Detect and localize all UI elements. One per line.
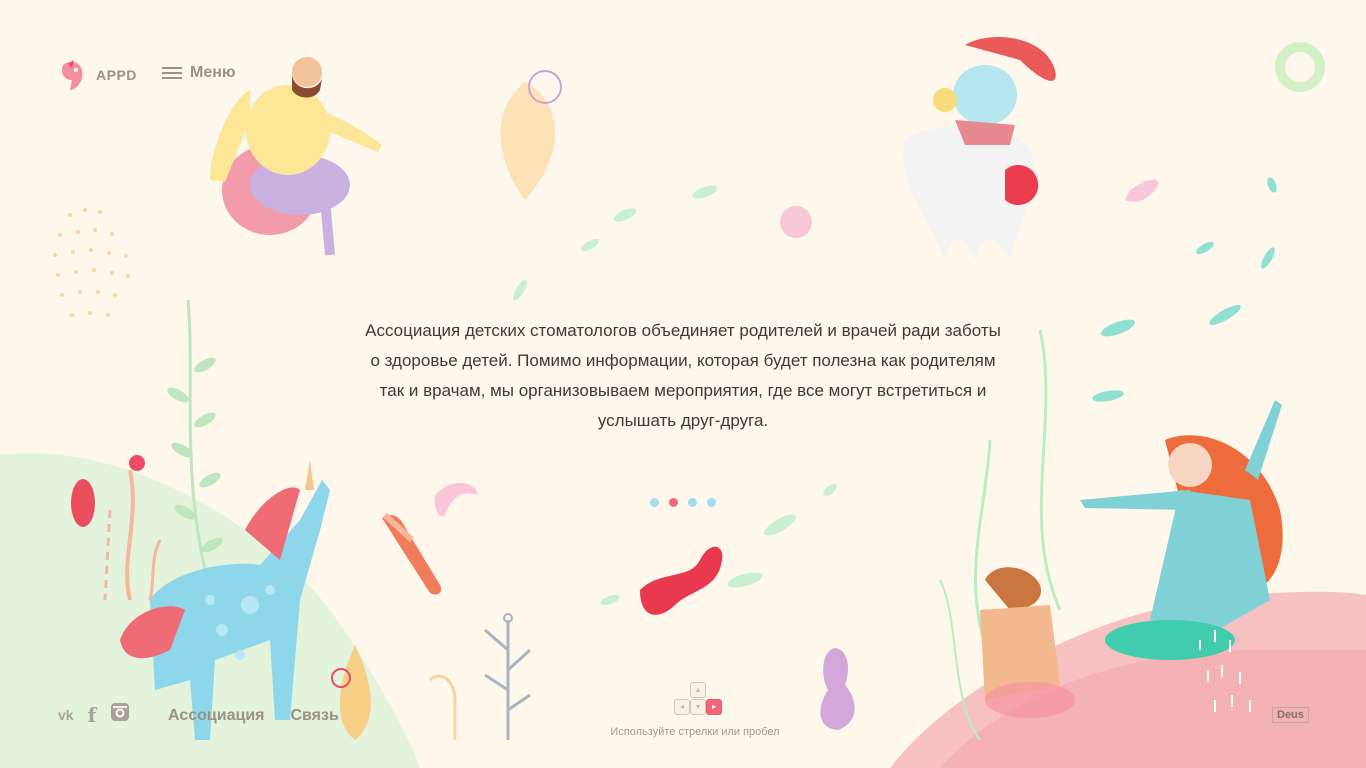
footer-nav: Ассоциация Связь: [168, 707, 339, 725]
menu-label: Меню: [190, 64, 236, 81]
slide-dot-1[interactable]: [650, 498, 659, 507]
menu-button[interactable]: Меню: [162, 64, 236, 82]
arrow-left-key-icon: ◂: [674, 699, 690, 715]
arrow-up-key-icon: ▴: [690, 682, 706, 698]
footer-link-contact[interactable]: Связь: [291, 707, 339, 725]
hamburger-icon: [162, 64, 182, 82]
slide-dot-2[interactable]: [669, 498, 678, 507]
navigation-hint: Используйте стрелки или пробел: [610, 726, 780, 738]
social-links: vk f: [58, 702, 130, 727]
credit-badge[interactable]: Deus: [1272, 707, 1309, 723]
slider-dots: [650, 498, 716, 507]
brand-name: APPD: [96, 67, 137, 83]
arrow-down-key-icon: ▾: [690, 699, 706, 715]
slide-dot-4[interactable]: [707, 498, 716, 507]
intro-text: Ассоциация детских стоматологов объединя…: [365, 321, 1001, 430]
logo[interactable]: APPD: [58, 58, 137, 92]
facebook-icon[interactable]: f: [88, 703, 97, 727]
keyboard-arrows-icon: ▴ ◂ ▾ ▸: [672, 682, 724, 722]
instagram-icon[interactable]: [110, 702, 130, 727]
slide-dot-3[interactable]: [688, 498, 697, 507]
unicorn-logo-icon: [62, 60, 83, 90]
vk-icon[interactable]: vk: [58, 707, 74, 723]
footer-link-association[interactable]: Ассоциация: [168, 707, 265, 725]
arrow-right-key-icon: ▸: [706, 699, 722, 715]
